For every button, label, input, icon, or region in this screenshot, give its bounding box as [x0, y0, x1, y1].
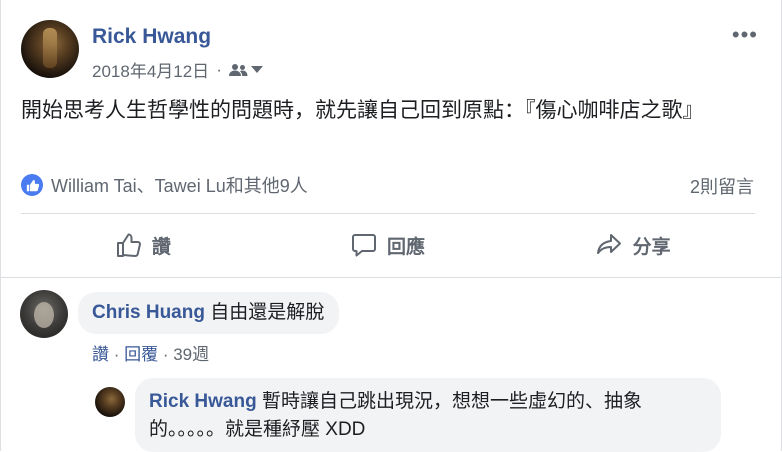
separator: ·	[109, 345, 125, 364]
post-card: Rick Hwang 2018年4月12日 · ••• 開始思考人生哲學性的問題…	[0, 0, 782, 452]
more-options-button[interactable]: •••	[732, 22, 758, 48]
comment-label: 回應	[387, 236, 426, 258]
speech-bubble-icon	[352, 234, 376, 257]
share-arrow-icon	[596, 234, 621, 254]
like-reaction-icon	[21, 174, 43, 196]
comment-button[interactable]: 回應	[266, 220, 511, 270]
commenter-avatar[interactable]	[20, 290, 68, 338]
reply-author[interactable]: Rick Hwang	[149, 391, 257, 412]
separator: ·	[158, 345, 174, 364]
post-text: 開始思考人生哲學性的問題時，就先讓自己回到原點：『傷心咖啡店之歌』	[21, 99, 704, 122]
like-button[interactable]: 讚	[21, 220, 266, 270]
share-button[interactable]: 分享	[510, 220, 755, 270]
divider	[21, 213, 755, 214]
reactions-names[interactable]: William Tai、Tawei Lu和其他9人	[51, 172, 308, 198]
reactions-summary[interactable]: William Tai、Tawei Lu和其他9人	[21, 172, 308, 198]
reply-bubble: Rick Hwang 暫時讓自己跳出現況，想想一些虛幻的、抽象的。。。。。就是種…	[135, 378, 721, 452]
friends-icon	[228, 63, 248, 76]
comments-count-link[interactable]: 2則留言	[690, 173, 754, 199]
chevron-down-icon	[250, 65, 263, 73]
comment-actions: 讚 · 回覆 · 39週	[92, 340, 209, 365]
comment-time[interactable]: 39週	[173, 345, 209, 364]
divider	[1, 277, 781, 278]
share-label: 分享	[632, 236, 671, 258]
comment-like-link[interactable]: 讚	[92, 345, 109, 364]
post-actions-bar: 讚 回應 分享	[21, 220, 755, 270]
comment-bubble: Chris Huang 自由還是解脫	[78, 292, 340, 334]
post-meta: 2018年4月12日 ·	[92, 57, 263, 82]
post-author-name[interactable]: Rick Hwang	[92, 25, 211, 49]
author-avatar[interactable]	[21, 20, 79, 78]
comment-text: 自由還是解脫	[210, 302, 325, 323]
meta-separator: ·	[216, 59, 222, 79]
reply-author-avatar[interactable]	[95, 387, 125, 417]
thumbs-up-icon	[116, 233, 141, 257]
post-date[interactable]: 2018年4月12日	[92, 57, 209, 82]
audience-selector[interactable]	[228, 63, 263, 77]
like-label: 讚	[151, 236, 171, 258]
comment-reply-link[interactable]: 回覆	[124, 345, 158, 364]
comment-author[interactable]: Chris Huang	[92, 302, 205, 323]
